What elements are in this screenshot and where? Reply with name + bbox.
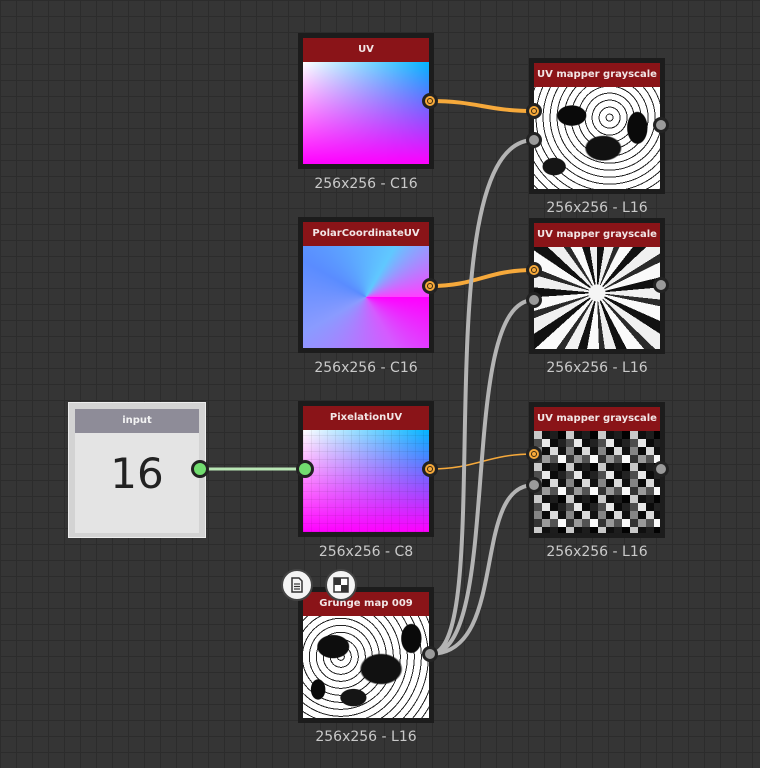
node-resolution-label: 256x256 - C16 [314, 360, 418, 376]
output-port[interactable] [422, 646, 438, 662]
input-value-body[interactable]: 16 [75, 433, 199, 533]
node-title: PolarCoordinateUV [303, 222, 429, 246]
node-uv[interactable]: UV [298, 33, 434, 169]
output-port[interactable] [653, 461, 669, 477]
node-uv-mapper-grayscale-2[interactable]: UV mapper grayscale [529, 218, 665, 354]
node-title: input [75, 409, 199, 433]
node-thumbnail [303, 246, 429, 348]
wire-grunge-to-mapper1[interactable] [429, 138, 535, 656]
input-port-uv[interactable] [526, 262, 542, 278]
node-pixelation-uv[interactable]: PixelationUV [298, 401, 434, 537]
input-port-grayscale[interactable] [526, 477, 542, 493]
wire-grunge-to-mapper3[interactable] [429, 483, 535, 656]
node-title: Grunge map 009 [303, 592, 429, 616]
node-title: UV mapper grayscale [534, 223, 660, 247]
node-resolution-label: 256x256 - L16 [546, 544, 648, 560]
input-port-grayscale[interactable] [526, 132, 542, 148]
input-port-grayscale[interactable] [526, 292, 542, 308]
node-title: UV [303, 38, 429, 62]
node-uv-mapper-grayscale-1[interactable]: UV mapper grayscale [529, 58, 665, 194]
node-thumbnail [534, 247, 660, 349]
node-title: UV mapper grayscale [534, 63, 660, 87]
node-title: PixelationUV [303, 406, 429, 430]
node-resolution-label: 256x256 - L16 [546, 200, 648, 216]
output-port[interactable] [653, 277, 669, 293]
node-polar-coordinate-uv[interactable]: PolarCoordinateUV [298, 217, 434, 353]
node-thumbnail [534, 431, 660, 533]
node-resolution-label: 256x256 - L16 [546, 360, 648, 376]
output-port[interactable] [422, 93, 438, 109]
input-output-port[interactable] [191, 460, 209, 478]
node-resolution-label: 256x256 - L16 [315, 729, 417, 745]
pixelation-input-port[interactable] [296, 460, 314, 478]
node-thumbnail [303, 430, 429, 532]
input-value: 16 [110, 449, 164, 498]
node-uv-mapper-grayscale-3[interactable]: UV mapper grayscale [529, 402, 665, 538]
input-port-uv[interactable] [526, 446, 542, 462]
wire-polar-to-mapper2[interactable] [429, 268, 535, 288]
node-grunge-map[interactable]: Grunge map 009 [298, 587, 434, 723]
output-port[interactable] [422, 461, 438, 477]
output-port[interactable] [422, 278, 438, 294]
document-icon[interactable] [281, 569, 313, 601]
node-thumbnail [534, 87, 660, 189]
checkerboard-icon[interactable] [325, 569, 357, 601]
node-title: UV mapper grayscale [534, 407, 660, 431]
node-resolution-label: 256x256 - C8 [318, 544, 414, 560]
node-resolution-label: 256x256 - C16 [314, 176, 418, 192]
node-thumbnail [303, 616, 429, 718]
input-port-uv[interactable] [526, 103, 542, 119]
node-input[interactable]: input 16 [68, 402, 206, 538]
wire-uv-to-mapper1[interactable] [429, 99, 535, 113]
output-port[interactable] [653, 117, 669, 133]
node-thumbnail [303, 62, 429, 164]
